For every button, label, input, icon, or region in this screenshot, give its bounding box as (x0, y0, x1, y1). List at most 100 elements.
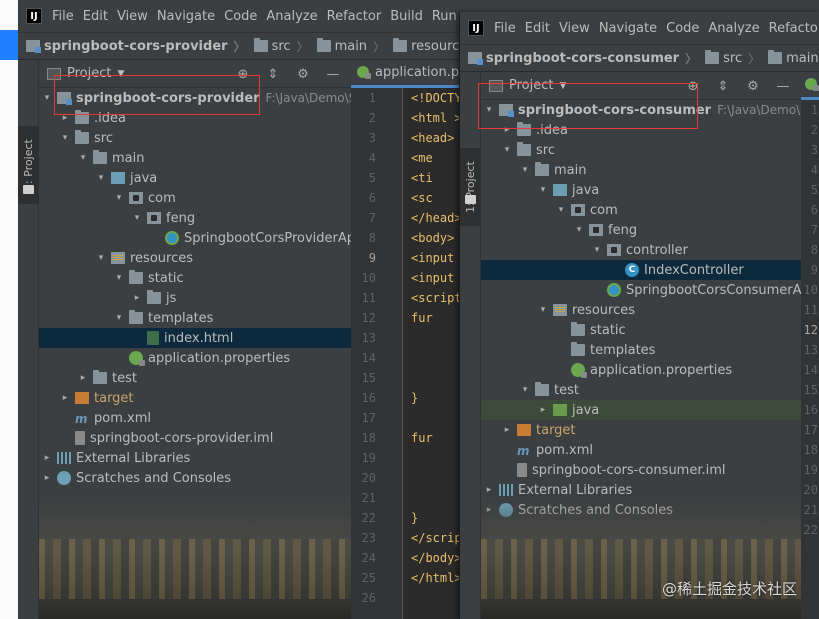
menu-item-build[interactable]: Build (390, 9, 423, 24)
tree-item[interactable]: templates (481, 340, 801, 360)
menu-item-edit[interactable]: Edit (83, 9, 108, 24)
tree-item[interactable]: ▾ resources (481, 300, 801, 320)
menu-item-analyze[interactable]: Analyze (708, 21, 759, 36)
breadcrumb-item[interactable]: main〉 (309, 38, 385, 55)
gear-icon[interactable]: ⚙ (295, 66, 311, 82)
chevron-down-icon[interactable]: ▾ (113, 193, 125, 203)
menu-item-navigate[interactable]: Navigate (599, 21, 657, 36)
tree-item[interactable]: ▸ test (39, 368, 351, 388)
gear-icon[interactable]: ⚙ (745, 78, 761, 94)
chevron-down-icon[interactable]: ▾ (573, 225, 585, 235)
project-panel-title[interactable]: Project (67, 66, 111, 81)
chevron-down-icon[interactable]: ▾ (77, 153, 89, 163)
chevron-right-icon[interactable]: ▸ (59, 393, 71, 403)
breadcrumb-item[interactable]: springboot-cors-provider 〉 (18, 38, 246, 55)
tree-item[interactable]: ▸ js (39, 288, 351, 308)
tree-item[interactable]: m pom.xml (481, 440, 801, 460)
editor-tab[interactable] (801, 72, 819, 100)
project-tool-tab[interactable]: 1: Project (460, 148, 481, 226)
chevron-right-icon[interactable]: ▸ (501, 425, 513, 435)
chevron-down-icon[interactable]: ▾ (537, 185, 549, 195)
tree-item[interactable]: ▾ springboot-cors-consumer F:\Java\Demo\Sp (481, 100, 801, 120)
chevron-right-icon[interactable]: ▸ (41, 473, 53, 483)
tree-item[interactable]: m pom.xml (39, 408, 351, 428)
tree-item[interactable]: ▾ src (39, 128, 351, 148)
breadcrumb-item[interactable]: main〉 (760, 50, 819, 67)
tree-item[interactable]: ▸ java (481, 400, 801, 420)
tree-item[interactable]: ▾ springboot-cors-provider F:\Java\Demo\Sp… (39, 88, 351, 108)
chevron-down-icon[interactable]: ▾ (591, 245, 603, 255)
locate-icon[interactable]: ⊕ (685, 78, 701, 94)
menu-item-view[interactable]: View (559, 21, 590, 36)
chevron-right-icon[interactable]: ▸ (501, 125, 513, 135)
locate-icon[interactable]: ⊕ (235, 66, 251, 82)
chevron-down-icon[interactable]: ▾ (537, 305, 549, 315)
tree-item[interactable]: ▾ main (39, 148, 351, 168)
tree-item[interactable]: ▸ External Libraries (481, 480, 801, 500)
chevron-down-icon[interactable]: ▾ (113, 313, 125, 323)
chevron-right-icon[interactable]: ▸ (483, 485, 495, 495)
breadcrumb-item[interactable]: src 〉 (246, 38, 309, 55)
tree-item[interactable]: ▾ src (481, 140, 801, 160)
tree-item[interactable]: ▸ Scratches and Consoles (39, 468, 351, 488)
chevron-down-icon[interactable]: ▾ (501, 145, 513, 155)
tree-item[interactable]: ▸ target (481, 420, 801, 440)
tree-item[interactable]: ▸ .idea (481, 120, 801, 140)
menu-item-run[interactable]: Run (432, 9, 457, 24)
chevron-right-icon[interactable]: ▸ (77, 373, 89, 383)
menu-item-navigate[interactable]: Navigate (157, 9, 215, 24)
chevron-down-icon[interactable]: ▼ (559, 81, 566, 91)
tree-item[interactable]: SpringbootCorsProviderApp (39, 228, 351, 248)
tree-item[interactable]: ▸ External Libraries (39, 448, 351, 468)
minimize-icon[interactable]: — (775, 78, 791, 94)
project-panel-title[interactable]: Project (509, 78, 553, 93)
tree-item[interactable]: ▾ java (39, 168, 351, 188)
menu-item-refactor[interactable]: Refactor (769, 21, 819, 36)
tree-item[interactable]: static (481, 320, 801, 340)
chevron-right-icon[interactable]: ▸ (483, 505, 495, 515)
chevron-right-icon[interactable]: ▸ (537, 405, 549, 415)
editor-tab[interactable]: application.pr (351, 60, 465, 88)
tree-item[interactable]: ▾ controller (481, 240, 801, 260)
tree-item[interactable]: index.html (39, 328, 351, 348)
menu-item-edit[interactable]: Edit (525, 21, 550, 36)
menu-item-refactor[interactable]: Refactor (327, 9, 382, 24)
tree-item[interactable]: springboot-cors-provider.iml (39, 428, 351, 448)
tree-item[interactable]: ▾ resources (39, 248, 351, 268)
tree-item[interactable]: C IndexController (481, 260, 801, 280)
tree-item[interactable]: ▸ Scratches and Consoles (481, 500, 801, 520)
tree-item[interactable]: application.properties (39, 348, 351, 368)
chevron-down-icon[interactable]: ▼ (117, 69, 124, 79)
tree-item[interactable]: application.properties (481, 360, 801, 380)
chevron-down-icon[interactable]: ▾ (41, 93, 53, 103)
chevron-down-icon[interactable]: ▾ (519, 385, 531, 395)
tree-item[interactable]: ▾ java (481, 180, 801, 200)
chevron-right-icon[interactable]: ▸ (41, 453, 53, 463)
chevron-down-icon[interactable]: ▾ (59, 133, 71, 143)
tree-item[interactable]: ▾ com (39, 188, 351, 208)
chevron-down-icon[interactable]: ▾ (95, 253, 107, 263)
chevron-down-icon[interactable]: ▾ (95, 173, 107, 183)
tree-item[interactable]: ▾ feng (39, 208, 351, 228)
chevron-right-icon[interactable]: ▸ (59, 113, 71, 123)
tree-item[interactable]: ▾ main (481, 160, 801, 180)
collapse-all-icon[interactable]: ⇕ (715, 78, 731, 94)
menu-item-code[interactable]: Code (666, 21, 699, 36)
tree-item[interactable]: ▾ static (39, 268, 351, 288)
chevron-down-icon[interactable]: ▾ (113, 273, 125, 283)
menu-item-code[interactable]: Code (224, 9, 257, 24)
breadcrumb-item[interactable]: src 〉 (697, 50, 760, 67)
menu-item-analyze[interactable]: Analyze (266, 9, 317, 24)
chevron-right-icon[interactable]: ▸ (131, 293, 143, 303)
breadcrumb-item[interactable]: springboot-cors-consumer 〉 (460, 50, 697, 67)
menu-item-file[interactable]: File (494, 21, 516, 36)
tree-item[interactable]: ▾ com (481, 200, 801, 220)
tree-item[interactable]: ▸ target (39, 388, 351, 408)
chevron-down-icon[interactable]: ▾ (483, 105, 495, 115)
tree-item[interactable]: springboot-cors-consumer.iml (481, 460, 801, 480)
menu-item-view[interactable]: View (117, 9, 148, 24)
chevron-down-icon[interactable]: ▾ (519, 165, 531, 175)
chevron-down-icon[interactable]: ▾ (555, 205, 567, 215)
tree-item[interactable]: ▾ test (481, 380, 801, 400)
tree-item[interactable]: ▾ feng (481, 220, 801, 240)
